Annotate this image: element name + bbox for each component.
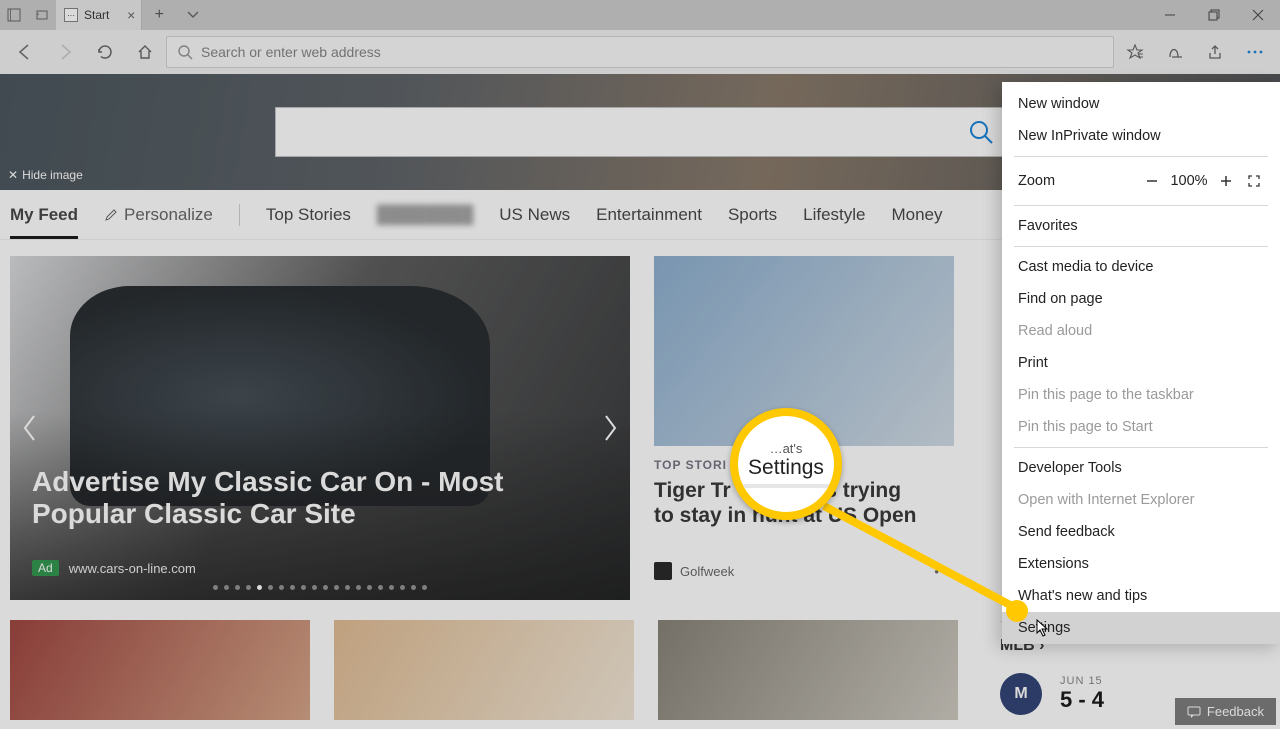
feed-tab-entertainment[interactable]: Entertainment [596,205,702,225]
menu-pin-taskbar: Pin this page to the taskbar [1002,379,1280,411]
close-icon: ✕ [8,168,18,182]
carousel-prev-button[interactable] [16,414,44,442]
zoom-label: Zoom [1018,173,1138,189]
hero-carousel[interactable]: Advertise My Classic Car On - Most Popul… [10,256,630,600]
callout-highlight: …at's Settings [730,408,842,520]
carousel-dots[interactable] [213,585,427,590]
tab-favicon-icon: ··· [64,8,78,22]
game-date: JUN 15 [1060,675,1104,687]
window-close-button[interactable] [1236,0,1280,30]
feed-tab-topstories[interactable]: Top Stories [266,205,351,225]
tab-close-button[interactable]: × [127,7,135,23]
menu-favorites[interactable]: Favorites [1002,210,1280,242]
fullscreen-button[interactable] [1240,167,1268,195]
titlebar: ··· Start × + [0,0,1280,30]
menu-cast[interactable]: Cast media to device [1002,251,1280,283]
show-tabs-aside-button[interactable] [28,0,56,30]
menu-read-aloud: Read aloud [1002,315,1280,347]
menu-zoom-row: Zoom 100% [1002,161,1280,201]
home-button[interactable] [126,33,164,71]
tab-preview-dropdown[interactable] [176,0,210,30]
source-logo-icon [654,562,672,580]
reading-list-button[interactable] [1156,33,1194,71]
search-go-icon[interactable] [968,119,994,145]
menu-pin-start: Pin this page to Start [1002,411,1280,443]
back-button[interactable] [6,33,44,71]
menu-separator [1014,246,1268,247]
menu-devtools[interactable]: Developer Tools [1002,452,1280,484]
menu-new-window[interactable]: New window [1002,88,1280,120]
hero-search-input[interactable] [275,107,1005,157]
card-footer: Golfweek ••• [654,562,954,580]
feed-tab-money[interactable]: Money [891,205,942,225]
feed-tab-lifestyle[interactable]: Lifestyle [803,205,865,225]
tabs-aside-button[interactable] [0,0,28,30]
personalize-label: Personalize [124,205,213,225]
team-logo-icon: M [1000,673,1042,715]
more-menu: New window New InPrivate window Zoom 100… [1002,82,1280,644]
hide-image-label: Hide image [22,168,83,182]
search-icon [177,44,193,60]
feed-personalize-button[interactable]: Personalize [104,205,213,225]
menu-send-feedback[interactable]: Send feedback [1002,516,1280,548]
cursor-icon [1036,619,1050,637]
browser-tab[interactable]: ··· Start × [56,0,142,30]
callout-main-text: Settings [748,456,824,480]
menu-separator [1014,156,1268,157]
menu-settings[interactable]: Settings [1002,612,1280,644]
zoom-in-button[interactable] [1212,167,1240,195]
window-minimize-button[interactable] [1148,0,1192,30]
zoom-value: 100% [1166,173,1212,189]
callout-endpoint [1006,600,1028,622]
thumb-card-2[interactable] [334,620,634,720]
hide-image-button[interactable]: ✕ Hide image [8,168,83,182]
feedback-label: Feedback [1207,704,1264,719]
chat-icon [1187,705,1201,719]
share-button[interactable] [1196,33,1234,71]
feed-tab-redacted[interactable]: ████████ [377,205,473,225]
thumb-card-3[interactable] [658,620,958,720]
menu-whats-new[interactable]: What's new and tips [1002,580,1280,612]
menu-print[interactable]: Print [1002,347,1280,379]
refresh-button[interactable] [86,33,124,71]
feed-tab-usnews[interactable]: US News [499,205,570,225]
window-restore-button[interactable] [1192,0,1236,30]
favorites-button[interactable] [1116,33,1154,71]
more-menu-button[interactable] [1236,33,1274,71]
feedback-button[interactable]: Feedback [1175,698,1276,725]
ad-badge: Ad [32,560,59,576]
menu-separator [1014,205,1268,206]
nav-divider [239,204,240,226]
menu-extensions[interactable]: Extensions [1002,548,1280,580]
address-bar[interactable]: Search or enter web address [166,36,1114,68]
address-placeholder: Search or enter web address [201,44,381,60]
forward-button[interactable] [46,33,84,71]
menu-new-inprivate[interactable]: New InPrivate window [1002,120,1280,152]
toolbar: Search or enter web address [0,30,1280,74]
feed-tab-myfeed[interactable]: My Feed [10,205,78,225]
new-tab-button[interactable]: + [142,0,176,30]
carousel-source-row: Ad www.cars-on-line.com [32,560,196,576]
menu-open-ie: Open with Internet Explorer [1002,484,1280,516]
game-score: 5 - 4 [1060,687,1104,713]
callout-top-text: …at's [770,441,803,456]
menu-separator [1014,447,1268,448]
tab-title: Start [84,8,109,22]
thumb-card-1[interactable] [10,620,310,720]
card-source: Golfweek [680,564,734,579]
menu-find[interactable]: Find on page [1002,283,1280,315]
carousel-source: www.cars-on-line.com [69,561,196,576]
pencil-icon [104,208,118,222]
feed-tab-sports[interactable]: Sports [728,205,777,225]
zoom-out-button[interactable] [1138,167,1166,195]
carousel-headline: Advertise My Classic Car On - Most Popul… [32,466,590,530]
carousel-next-button[interactable] [596,414,624,442]
